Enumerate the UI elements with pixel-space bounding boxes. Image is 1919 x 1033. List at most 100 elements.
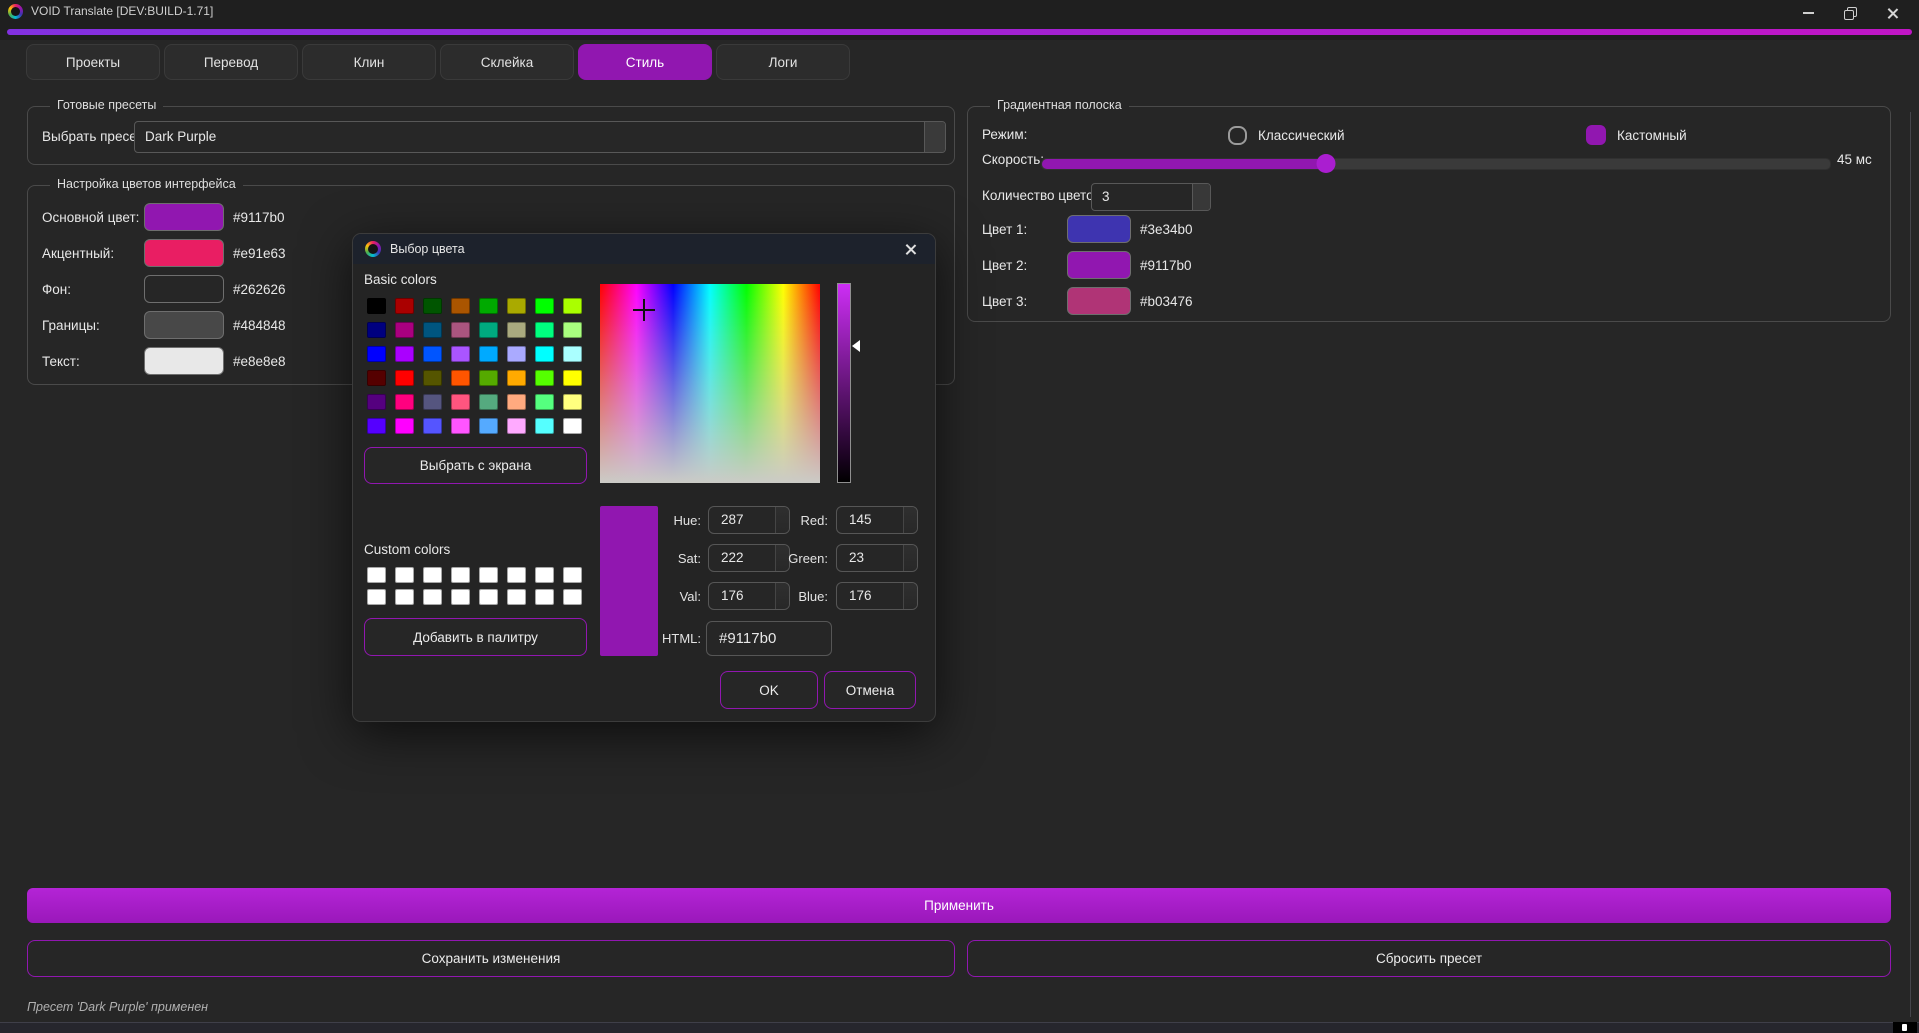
dialog-title-bar[interactable]: Выбор цвета — [353, 234, 935, 264]
custom-color-swatch[interactable] — [451, 589, 470, 605]
red-field[interactable]: 145 — [836, 506, 918, 534]
custom-color-swatch[interactable] — [451, 567, 470, 583]
saturation-value-picker[interactable] — [600, 284, 820, 483]
basic-color-swatch[interactable] — [395, 298, 414, 314]
basic-color-swatch[interactable] — [507, 322, 526, 338]
basic-color-swatch[interactable] — [479, 418, 498, 434]
mode-option-Кастомный[interactable]: Кастомный — [1586, 123, 1687, 147]
basic-color-swatch[interactable] — [423, 418, 442, 434]
basic-color-swatch[interactable] — [507, 370, 526, 386]
basic-color-swatch[interactable] — [451, 322, 470, 338]
custom-color-swatch[interactable] — [507, 589, 526, 605]
custom-color-swatch[interactable] — [479, 567, 498, 583]
basic-color-swatch[interactable] — [535, 418, 554, 434]
basic-color-swatch[interactable] — [367, 346, 386, 362]
custom-color-swatch[interactable] — [367, 567, 386, 583]
basic-color-swatch[interactable] — [507, 418, 526, 434]
basic-color-swatch[interactable] — [507, 394, 526, 410]
color-swatch[interactable] — [144, 275, 224, 303]
color-swatch[interactable] — [1067, 287, 1131, 315]
preset-combobox[interactable]: Dark Purple — [134, 121, 946, 153]
custom-color-swatch[interactable] — [479, 589, 498, 605]
mode-option-Классический[interactable]: Классический — [1228, 123, 1345, 147]
basic-color-swatch[interactable] — [423, 322, 442, 338]
color-swatch[interactable] — [144, 311, 224, 339]
basic-color-swatch[interactable] — [451, 370, 470, 386]
speed-slider[interactable] — [1041, 158, 1831, 170]
basic-color-swatch[interactable] — [535, 322, 554, 338]
tab-Перевод[interactable]: Перевод — [164, 44, 298, 80]
basic-color-swatch[interactable] — [451, 418, 470, 434]
custom-color-swatch[interactable] — [367, 589, 386, 605]
reset-preset-button[interactable]: Сбросить пресет — [967, 940, 1891, 977]
basic-color-swatch[interactable] — [423, 346, 442, 362]
html-field[interactable]: #9117b0 — [706, 621, 832, 656]
basic-color-swatch[interactable] — [367, 298, 386, 314]
add-to-palette-button[interactable]: Добавить в палитру — [364, 618, 587, 656]
cancel-button[interactable]: Отмена — [824, 671, 916, 709]
basic-color-swatch[interactable] — [563, 298, 582, 314]
basic-color-swatch[interactable] — [395, 346, 414, 362]
basic-color-swatch[interactable] — [423, 370, 442, 386]
basic-color-swatch[interactable] — [563, 346, 582, 362]
basic-color-swatch[interactable] — [395, 322, 414, 338]
basic-color-swatch[interactable] — [507, 298, 526, 314]
basic-color-swatch[interactable] — [451, 298, 470, 314]
value-slider-arrow-icon[interactable] — [852, 340, 860, 352]
color-swatch[interactable] — [1067, 215, 1131, 243]
basic-color-swatch[interactable] — [451, 394, 470, 410]
custom-color-swatch[interactable] — [563, 567, 582, 583]
basic-color-swatch[interactable] — [535, 298, 554, 314]
basic-color-swatch[interactable] — [535, 346, 554, 362]
custom-color-swatch[interactable] — [563, 589, 582, 605]
custom-color-swatch[interactable] — [535, 589, 554, 605]
color-swatch[interactable] — [144, 203, 224, 231]
apply-button[interactable]: Применить — [27, 888, 1891, 923]
tab-Логи[interactable]: Логи — [716, 44, 850, 80]
close-button[interactable] — [1871, 0, 1913, 26]
minimize-button[interactable] — [1787, 0, 1829, 26]
save-changes-button[interactable]: Сохранить изменения — [27, 940, 955, 977]
custom-color-swatch[interactable] — [507, 567, 526, 583]
tab-Стиль[interactable]: Стиль — [578, 44, 712, 80]
basic-color-swatch[interactable] — [423, 394, 442, 410]
speed-slider-handle[interactable] — [1316, 154, 1335, 173]
custom-color-swatch[interactable] — [395, 589, 414, 605]
basic-color-swatch[interactable] — [563, 418, 582, 434]
green-field[interactable]: 23 — [836, 544, 918, 572]
basic-color-swatch[interactable] — [563, 322, 582, 338]
basic-color-swatch[interactable] — [479, 322, 498, 338]
basic-color-swatch[interactable] — [367, 370, 386, 386]
value-slider[interactable] — [837, 283, 851, 483]
basic-color-swatch[interactable] — [395, 394, 414, 410]
basic-color-swatch[interactable] — [367, 394, 386, 410]
basic-color-swatch[interactable] — [563, 370, 582, 386]
tab-Склейка[interactable]: Склейка — [440, 44, 574, 80]
blue-field[interactable]: 176 — [836, 582, 918, 610]
basic-color-swatch[interactable] — [535, 394, 554, 410]
color-swatch[interactable] — [144, 347, 224, 375]
basic-color-swatch[interactable] — [507, 346, 526, 362]
pick-from-screen-button[interactable]: Выбрать с экрана — [364, 447, 587, 484]
ok-button[interactable]: OK — [720, 671, 818, 709]
basic-color-swatch[interactable] — [535, 370, 554, 386]
basic-color-swatch[interactable] — [367, 418, 386, 434]
color-swatch[interactable] — [144, 239, 224, 267]
basic-color-swatch[interactable] — [479, 394, 498, 410]
dialog-close-button[interactable] — [897, 238, 923, 260]
tab-Клин[interactable]: Клин — [302, 44, 436, 80]
custom-color-swatch[interactable] — [423, 567, 442, 583]
basic-color-swatch[interactable] — [367, 322, 386, 338]
custom-color-swatch[interactable] — [395, 567, 414, 583]
color-count-spinbox[interactable]: 3 — [1091, 183, 1211, 211]
basic-color-swatch[interactable] — [479, 346, 498, 362]
custom-color-swatch[interactable] — [535, 567, 554, 583]
restore-button[interactable] — [1829, 0, 1871, 26]
basic-color-swatch[interactable] — [423, 298, 442, 314]
basic-color-swatch[interactable] — [479, 298, 498, 314]
tab-Проекты[interactable]: Проекты — [26, 44, 160, 80]
color-swatch[interactable] — [1067, 251, 1131, 279]
basic-color-swatch[interactable] — [479, 370, 498, 386]
basic-color-swatch[interactable] — [563, 394, 582, 410]
custom-color-swatch[interactable] — [423, 589, 442, 605]
